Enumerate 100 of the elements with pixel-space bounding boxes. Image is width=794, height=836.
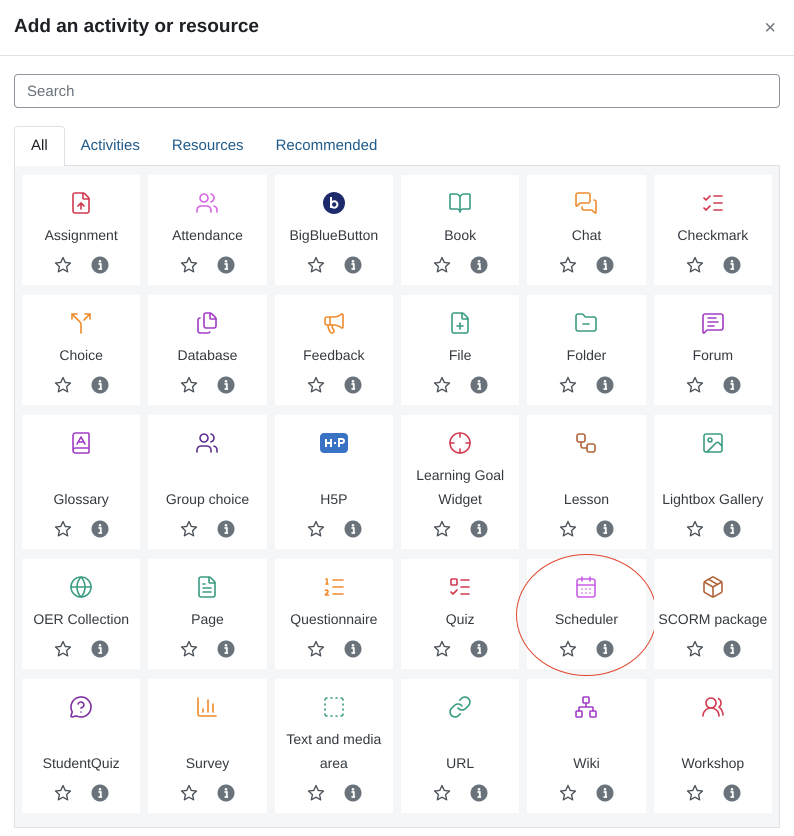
info-icon[interactable] xyxy=(344,640,362,658)
close-button[interactable]: × xyxy=(764,18,780,38)
activity-name: Glossary xyxy=(54,490,109,509)
activity-card[interactable]: Choice xyxy=(22,295,140,405)
star-icon[interactable] xyxy=(306,639,326,659)
star-icon[interactable] xyxy=(306,375,326,395)
star-icon[interactable] xyxy=(558,255,578,275)
info-icon[interactable] xyxy=(217,640,236,658)
star-icon[interactable] xyxy=(432,519,452,539)
info-icon[interactable] xyxy=(722,376,741,394)
star-icon[interactable] xyxy=(684,783,705,803)
activity-card[interactable]: Forum xyxy=(654,295,772,405)
star-icon[interactable] xyxy=(53,639,74,659)
star-icon[interactable] xyxy=(179,255,200,275)
star-icon[interactable] xyxy=(684,375,705,395)
star-icon[interactable] xyxy=(179,375,200,395)
activity-card[interactable]: BigBlueButton xyxy=(274,175,393,285)
activity-card[interactable]: Assignment xyxy=(22,175,140,285)
star-icon[interactable] xyxy=(179,639,200,659)
tab[interactable]: Resources xyxy=(156,126,260,166)
info-icon[interactable] xyxy=(596,376,614,394)
info-icon[interactable] xyxy=(344,376,362,394)
info-icon[interactable] xyxy=(91,640,110,658)
info-icon[interactable] xyxy=(596,784,614,802)
activity-card[interactable]: Lesson xyxy=(527,415,646,549)
search-field[interactable]: Search xyxy=(14,74,780,108)
info-icon[interactable] xyxy=(470,640,488,658)
tab[interactable]: Activities xyxy=(64,126,156,166)
info-icon[interactable] xyxy=(596,256,614,274)
info-icon[interactable] xyxy=(596,640,614,658)
star-icon[interactable] xyxy=(179,783,200,803)
activity-card[interactable]: H5P xyxy=(274,415,393,549)
activity-card[interactable]: Attendance xyxy=(148,175,267,285)
activity-card[interactable]: Scheduler xyxy=(527,559,646,669)
activity-card[interactable]: Questionnaire xyxy=(274,559,393,669)
activity-card[interactable]: URL xyxy=(401,679,520,813)
star-icon[interactable] xyxy=(558,639,578,659)
info-icon[interactable] xyxy=(470,784,488,802)
activity-card[interactable]: Glossary xyxy=(22,415,140,549)
activity-card[interactable]: Workshop xyxy=(654,679,772,813)
info-icon[interactable] xyxy=(217,256,236,274)
star-icon[interactable] xyxy=(558,375,578,395)
activity-card[interactable]: Book xyxy=(401,175,520,285)
tab[interactable]: Recommended xyxy=(260,126,394,166)
info-icon[interactable] xyxy=(344,784,362,802)
star-icon[interactable] xyxy=(53,519,74,539)
activity-card[interactable]: Page xyxy=(148,559,267,669)
activity-card[interactable]: SCORM package xyxy=(654,559,772,669)
activity-card[interactable]: Survey xyxy=(148,679,267,813)
info-icon[interactable] xyxy=(470,376,488,394)
info-icon[interactable] xyxy=(91,520,110,538)
tab[interactable]: All xyxy=(14,126,65,167)
info-icon[interactable] xyxy=(91,376,110,394)
activity-card[interactable]: Text and media area xyxy=(274,679,393,813)
star-icon[interactable] xyxy=(684,639,705,659)
activity-card[interactable]: StudentQuiz xyxy=(22,679,140,813)
info-icon[interactable] xyxy=(217,784,236,802)
info-icon[interactable] xyxy=(91,784,110,802)
info-icon[interactable] xyxy=(722,256,741,274)
info-icon[interactable] xyxy=(217,376,236,394)
info-icon[interactable] xyxy=(470,520,488,538)
star-icon[interactable] xyxy=(432,255,452,275)
info-icon[interactable] xyxy=(722,520,741,538)
star-icon[interactable] xyxy=(179,519,200,539)
info-icon[interactable] xyxy=(344,256,362,274)
star-icon[interactable] xyxy=(684,519,705,539)
star-icon[interactable] xyxy=(432,639,452,659)
star-icon[interactable] xyxy=(53,783,74,803)
star-icon[interactable] xyxy=(306,519,326,539)
activity-card[interactable]: Folder xyxy=(527,295,646,405)
info-icon[interactable] xyxy=(91,256,110,274)
activity-card[interactable]: OER Collection xyxy=(22,559,140,669)
info-icon[interactable] xyxy=(722,784,741,802)
star-icon[interactable] xyxy=(53,375,74,395)
activity-card[interactable]: Group choice xyxy=(148,415,267,549)
activity-name: Forum xyxy=(692,346,734,365)
star-icon[interactable] xyxy=(432,375,452,395)
activity-card[interactable]: Lightbox Gallery xyxy=(654,415,772,549)
star-icon[interactable] xyxy=(684,255,705,275)
star-icon[interactable] xyxy=(306,783,326,803)
info-icon[interactable] xyxy=(470,256,488,274)
info-icon[interactable] xyxy=(596,520,614,538)
info-icon[interactable] xyxy=(722,640,741,658)
star-icon[interactable] xyxy=(558,783,578,803)
activity-name: Wiki xyxy=(573,754,600,773)
activity-card[interactable]: File xyxy=(401,295,520,405)
activity-card[interactable]: Checkmark xyxy=(654,175,772,285)
activity-card[interactable]: Feedback xyxy=(274,295,393,405)
info-icon[interactable] xyxy=(217,520,236,538)
activity-card[interactable]: Database xyxy=(148,295,267,405)
star-icon[interactable] xyxy=(53,255,74,275)
activity-card[interactable]: Chat xyxy=(527,175,646,285)
activity-name: H5P xyxy=(320,490,348,509)
star-icon[interactable] xyxy=(306,255,326,275)
star-icon[interactable] xyxy=(432,783,452,803)
info-icon[interactable] xyxy=(344,520,362,538)
star-icon[interactable] xyxy=(558,519,578,539)
activity-card[interactable]: Learning Goal Widget xyxy=(401,415,520,549)
activity-card[interactable]: Quiz xyxy=(401,559,520,669)
activity-card[interactable]: Wiki xyxy=(527,679,646,813)
